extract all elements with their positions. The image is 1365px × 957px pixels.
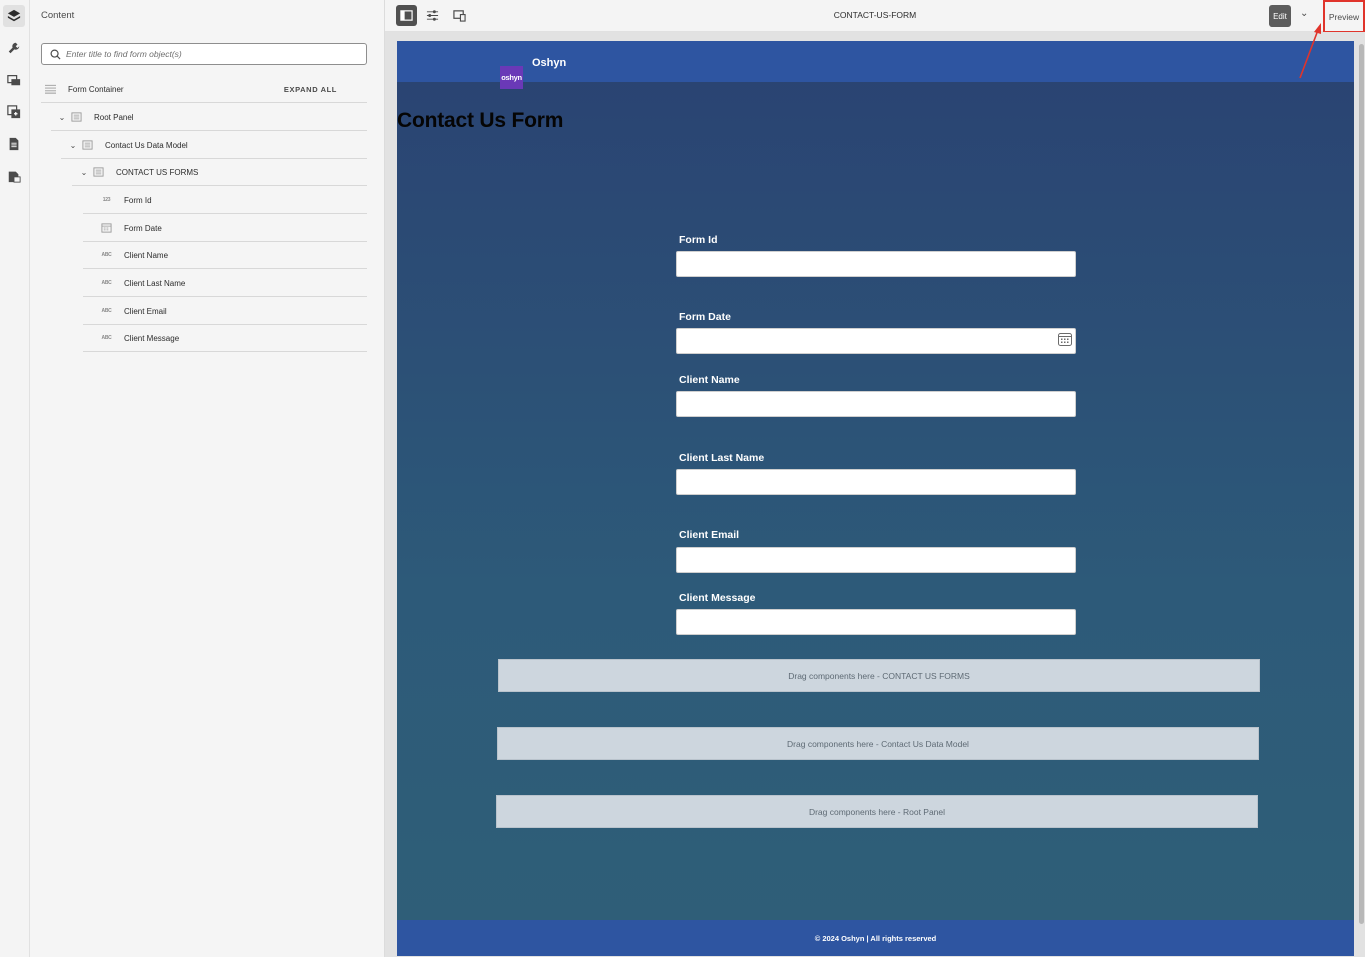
tree-item-label: Client Message <box>124 333 180 343</box>
annotation-arrow-icon <box>1299 23 1321 79</box>
tree-item-label: Root Panel <box>94 112 134 122</box>
number-field-icon: 123 <box>102 197 111 203</box>
tree-item-label: Contact Us Data Model <box>105 140 188 150</box>
text-field-icon: ABC <box>101 308 112 314</box>
brand-name: Oshyn <box>532 57 567 69</box>
form-date-input[interactable] <box>676 328 1076 354</box>
tree-item-label: Form Date <box>124 223 162 233</box>
chevron-down-icon[interactable]: ⌄ <box>1300 8 1308 19</box>
field-label-form-date: Form Date <box>679 311 731 323</box>
field-label-client-email: Client Email <box>679 529 740 541</box>
field-label-form-id: Form Id <box>679 234 718 246</box>
form-id-input[interactable] <box>676 251 1076 277</box>
panel-icon <box>93 167 104 177</box>
tree-item-label: CONTACT US FORMS <box>116 167 199 177</box>
tree-item-label: Form Id <box>124 195 152 205</box>
drop-zone-root-panel[interactable]: Drag components here - Root Panel <box>496 795 1258 828</box>
panel-icon <box>71 112 82 122</box>
drop-zone-contact-us-forms[interactable]: Drag components here - CONTACT US FORMS <box>498 659 1260 692</box>
toggle-side-panel-icon[interactable] <box>396 5 417 26</box>
document-icon[interactable] <box>3 133 25 155</box>
wrench-icon[interactable] <box>3 37 25 59</box>
tree-item-label: Client Name <box>124 250 169 260</box>
search-icon <box>50 49 61 60</box>
data-sources-icon[interactable] <box>3 165 25 187</box>
tree-item-client-last-name[interactable]: ABC Client Last Name <box>83 270 367 297</box>
client-last-name-input[interactable] <box>676 469 1076 495</box>
text-field-icon: ABC <box>101 335 112 341</box>
edit-button[interactable]: Edit <box>1269 5 1291 27</box>
form-title: Contact Us Form <box>397 109 564 132</box>
oshyn-logo: oshyn <box>500 66 523 89</box>
field-label-client-name: Client Name <box>679 374 740 386</box>
tree-item-client-message[interactable]: ABC Client Message <box>83 325 367 352</box>
content-panel: Content Form Container EXPAND ALL ⌄ Root… <box>30 0 385 957</box>
components-icon[interactable] <box>3 101 25 123</box>
chevron-down-icon[interactable]: ⌄ <box>80 168 88 177</box>
assets-icon[interactable] <box>3 69 25 91</box>
field-label-client-message: Client Message <box>679 592 756 604</box>
tree-item-contact-us-data-model[interactable]: ⌄ Contact Us Data Model <box>61 132 367 159</box>
tree-item-label: Client Email <box>124 306 167 316</box>
tree-item-label: Client Last Name <box>124 278 186 288</box>
form-page: oshyn Oshyn Contact Us Form Form Id Form… <box>397 41 1354 956</box>
text-field-icon: ABC <box>101 252 112 258</box>
container-icon <box>45 84 56 94</box>
tree-item-label: Form Container <box>68 84 124 94</box>
chevron-down-icon[interactable]: ⌄ <box>58 113 66 122</box>
editor-toolbar: CONTACT-US-FORM Edit ⌄ Preview <box>385 0 1365 33</box>
calendar-icon[interactable] <box>1057 331 1073 347</box>
chevron-down-icon[interactable]: ⌄ <box>69 141 77 150</box>
page-footer: © 2024 Oshyn | All rights reserved <box>397 920 1354 956</box>
client-name-input[interactable] <box>676 391 1076 417</box>
document-title: CONTACT-US-FORM <box>833 10 917 20</box>
tree-item-client-email[interactable]: ABC Client Email <box>83 298 367 325</box>
client-message-input[interactable] <box>676 609 1076 635</box>
panel-title: Content <box>41 10 75 21</box>
layers-icon[interactable] <box>3 5 25 27</box>
tree-item-root-panel[interactable]: ⌄ Root Panel <box>51 104 367 131</box>
search-input[interactable] <box>66 49 356 59</box>
client-email-input[interactable] <box>676 547 1076 573</box>
text-field-icon: ABC <box>101 280 112 286</box>
panel-icon <box>82 140 93 150</box>
left-rail <box>0 0 30 957</box>
tree-item-form-container[interactable]: Form Container EXPAND ALL <box>41 76 367 103</box>
tree-item-client-name[interactable]: ABC Client Name <box>83 242 367 269</box>
properties-sliders-icon[interactable] <box>422 5 443 26</box>
date-icon <box>101 223 112 233</box>
tree-item-form-date[interactable]: Form Date <box>83 215 367 242</box>
search-box[interactable] <box>41 43 367 65</box>
tree-item-form-id[interactable]: 123 Form Id <box>83 187 367 214</box>
emulator-device-icon[interactable] <box>449 5 470 26</box>
field-label-client-last-name: Client Last Name <box>679 452 765 464</box>
drop-zone-contact-us-data-model[interactable]: Drag components here - Contact Us Data M… <box>497 727 1259 760</box>
expand-all-button[interactable]: EXPAND ALL <box>284 85 337 94</box>
canvas-scrollbar[interactable] <box>1359 44 1364 924</box>
tree-item-contact-us-forms[interactable]: ⌄ CONTACT US FORMS <box>72 159 367 186</box>
